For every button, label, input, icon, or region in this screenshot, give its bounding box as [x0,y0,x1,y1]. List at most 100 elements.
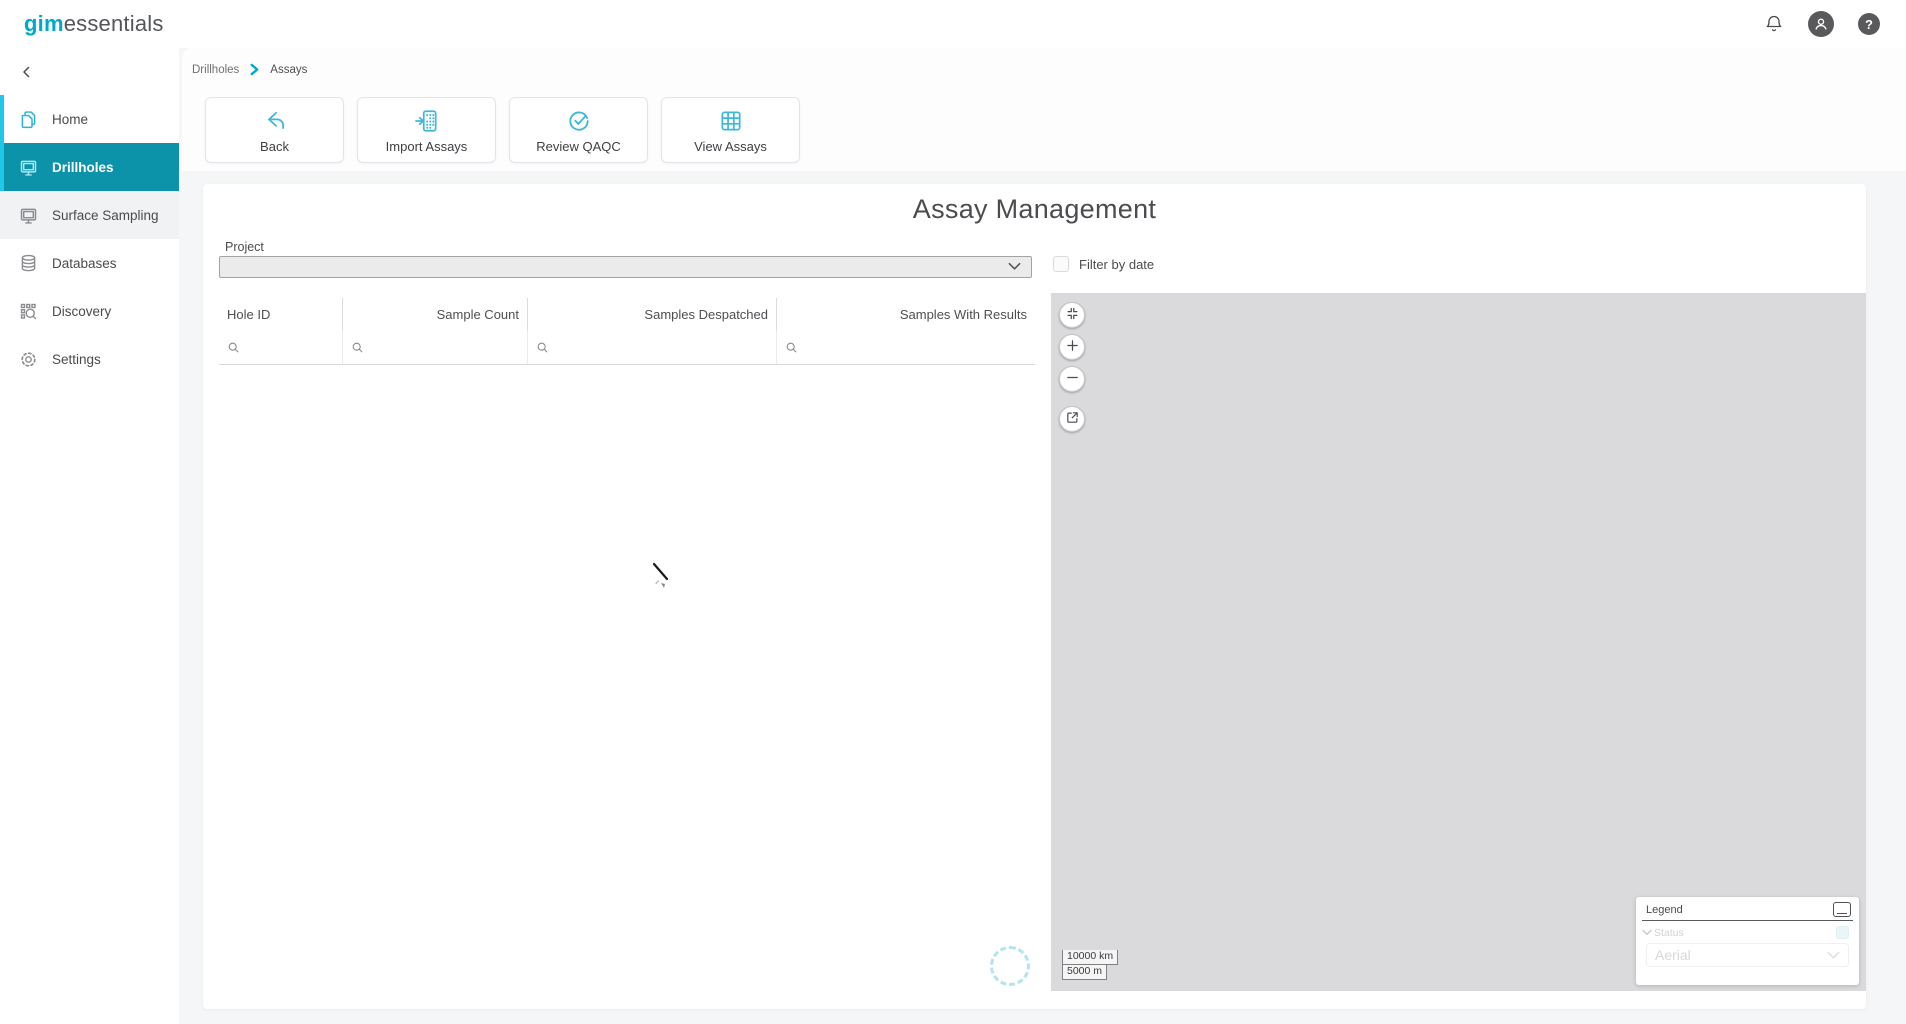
sidebar: Home Drillholes Surface Sampling [0,48,179,1024]
column-header-samples-despatched[interactable]: Samples Despatched [527,298,776,331]
top-bar: gimessentials ? [0,0,1906,48]
map-zoom-in-button[interactable] [1059,334,1085,360]
sidebar-item-settings[interactable]: Settings [0,335,179,383]
filter-by-date-checkbox[interactable] [1053,256,1069,272]
assays-table: Hole ID Sample Count Samples Despatched … [219,298,1035,365]
legend-status-checkbox[interactable] [1836,926,1849,939]
topbar-actions: ? [1764,0,1880,48]
sidebar-item-surface-sampling[interactable]: Surface Sampling [0,191,179,239]
sidebar-item-label: Home [52,112,88,127]
project-label: Project [225,240,264,254]
pages-icon [16,107,40,131]
column-header-samples-with-results[interactable]: Samples With Results [776,298,1035,331]
legend-minimize-button[interactable] [1833,902,1851,917]
filter-cell [219,331,342,364]
project-select[interactable] [219,256,1032,278]
column-header-sample-count[interactable]: Sample Count [342,298,527,331]
map-fit-extent-button[interactable] [1059,302,1085,328]
map-scale-m: 5000 m [1062,965,1107,980]
chevron-down-icon [1827,951,1840,960]
map-legend-panel: Legend Status Aerial [1636,897,1859,985]
assay-management-panel: Assay Management Project Filter by date … [203,184,1866,1009]
app-logo: gimessentials [24,11,164,37]
content-area: Drillholes Assays Back [179,48,1906,1024]
breadcrumb: Drillholes Assays [182,47,1906,76]
monitor-icon [16,155,40,179]
loading-spinner [990,946,1030,986]
back-button[interactable]: Back [205,97,344,163]
import-document-icon [414,107,440,135]
page-title: Assay Management [203,194,1866,225]
breadcrumb-assays[interactable]: Assays [270,64,307,76]
sidebar-item-label: Surface Sampling [52,208,159,223]
sidebar-item-label: Settings [52,352,101,367]
chevron-right-icon [249,63,260,76]
samples-with-results-search-input[interactable] [802,341,1027,355]
sample-count-search-input[interactable] [368,341,519,355]
legend-status-label: Status [1654,927,1836,939]
user-avatar-icon [1808,11,1834,37]
chevron-left-icon [18,63,36,84]
table-filter-row [219,331,1035,365]
grid-search-icon [16,299,40,323]
samples-despatched-search-input[interactable] [553,341,768,355]
filter-by-date-label: Filter by date [1079,257,1154,272]
sidebar-nav: Home Drillholes Surface Sampling [0,95,179,383]
app-window: gimessentials ? [0,0,1906,1024]
view-assays-button[interactable]: View Assays [661,97,800,163]
basemap-select-value: Aerial [1655,947,1691,963]
legend-header: Legend [1636,897,1859,920]
sidebar-item-databases[interactable]: Databases [0,239,179,287]
map-controls [1059,302,1085,438]
help-icon: ? [1858,13,1880,35]
user-avatar-button[interactable] [1808,11,1834,37]
toolbar: Back Import Assays [205,97,800,163]
basemap-select[interactable]: Aerial [1646,943,1849,967]
sidebar-item-label: Discovery [52,304,111,319]
filter-by-date-control[interactable]: Filter by date [1053,256,1154,272]
database-icon [16,251,40,275]
search-icon [351,341,364,354]
button-label: Back [260,139,289,154]
chevron-down-icon [1642,929,1652,936]
check-circle-icon [566,107,592,135]
search-icon [536,341,549,354]
sidebar-collapse-button[interactable] [12,58,42,88]
external-link-icon [1065,410,1080,428]
fit-extent-icon [1065,306,1080,324]
sidebar-item-label: Drillholes [52,160,114,175]
notifications-button[interactable] [1764,14,1784,34]
table-grid-icon [718,107,744,135]
search-icon [227,341,240,354]
sidebar-item-label: Databases [52,256,117,271]
chevron-down-icon [1008,258,1021,276]
plus-icon [1065,338,1080,356]
sidebar-item-home[interactable]: Home [0,95,179,143]
map-panel[interactable]: 10000 km 5000 m Legend Status [1051,293,1866,991]
filter-cell [776,331,1035,364]
button-label: Review QAQC [536,139,621,154]
import-assays-button[interactable]: Import Assays [357,97,496,163]
filter-cell [527,331,776,364]
column-header-hole-id[interactable]: Hole ID [219,298,342,331]
breadcrumb-drillholes[interactable]: Drillholes [192,64,239,76]
logo-secondary: essentials [64,11,164,36]
legend-title: Legend [1646,904,1683,916]
legend-status-row[interactable]: Status [1636,921,1859,939]
bell-icon [1764,14,1784,34]
minus-icon [1065,370,1080,388]
button-label: View Assays [694,139,767,154]
monitor-icon [16,203,40,227]
map-scale-km: 10000 km [1062,950,1118,965]
sidebar-item-drillholes[interactable]: Drillholes [0,143,179,191]
map-zoom-out-button[interactable] [1059,366,1085,392]
search-icon [785,341,798,354]
review-qaqc-button[interactable]: Review QAQC [509,97,648,163]
gear-icon [16,347,40,371]
filter-cell [342,331,527,364]
sidebar-item-discovery[interactable]: Discovery [0,287,179,335]
help-button[interactable]: ? [1858,13,1880,35]
map-open-external-button[interactable] [1059,406,1085,432]
hole-id-search-input[interactable] [244,341,334,355]
button-label: Import Assays [386,139,468,154]
